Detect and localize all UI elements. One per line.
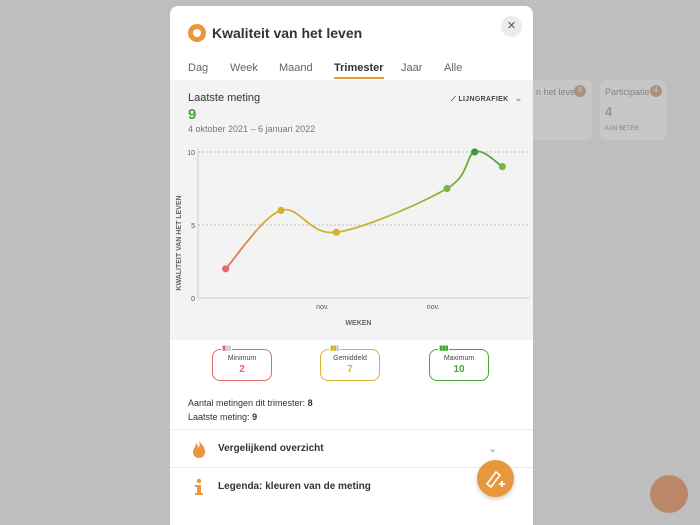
stat-minimum-label: Minimum	[227, 355, 257, 362]
stat-maximum-label: Maximum	[443, 355, 475, 362]
x-axis-label: WEKEN	[345, 320, 371, 327]
x-tick-label: nov.	[316, 304, 329, 311]
tab-alle[interactable]: Alle	[444, 62, 462, 74]
close-button[interactable]: ×	[501, 16, 522, 37]
y-tick-label: 10	[187, 150, 195, 157]
tab-dag[interactable]: Dag	[188, 62, 208, 74]
stat-average-label: Gemiddeld	[333, 355, 367, 362]
data-point	[443, 184, 451, 193]
measurement-count: Aantal metingen dit trimester: 8	[188, 398, 313, 408]
tab-jaar[interactable]: Jaar	[401, 62, 422, 74]
add-measurement-button[interactable]	[477, 460, 514, 497]
modal-title: Kwaliteit van het leven	[212, 25, 363, 41]
modal-header: Kwaliteit van het leven ×	[170, 6, 533, 58]
stat-minimum-value: 2	[239, 364, 245, 375]
last-measurement-value: 9	[252, 412, 258, 422]
tab-trimester[interactable]: Trimester	[334, 62, 384, 79]
tab-week[interactable]: Week	[230, 62, 258, 74]
comparison-overview-label: Vergelijkend overzicht	[218, 443, 324, 454]
legend-label: Legenda: kleuren van de meting	[218, 481, 371, 492]
y-axis-label: KWALITEIT VAN HET LEVEN	[176, 195, 183, 290]
series-line	[225, 150, 503, 270]
data-point	[277, 206, 285, 214]
stat-minimum: ▮▮▮ Minimum 2	[212, 344, 272, 381]
stat-maximum: ▮▮▮ Maximum 10	[429, 344, 489, 381]
stat-maximum-value: 10	[453, 364, 465, 375]
data-point	[222, 265, 230, 273]
quality-of-life-modal: Kwaliteit van het leven × Dag Week Maand…	[170, 6, 533, 525]
chart-panel: Laatste meting 9 4 oktober 2021 – 6 janu…	[170, 80, 533, 340]
last-measurement: Laatste meting: 9	[188, 412, 257, 422]
info-icon	[195, 478, 203, 495]
close-icon: ×	[507, 17, 516, 34]
bg-fab-button	[650, 475, 688, 513]
add-measurement-icon	[485, 470, 505, 489]
line-chart: 0510nov.nov.dec.WEKENKWALITEIT VAN HET L…	[176, 148, 530, 327]
level-low-icon: ▮▮▮	[221, 344, 232, 352]
chevron-down-icon: ⌄	[488, 443, 498, 455]
x-tick-label: nov.	[427, 304, 440, 311]
tab-maand[interactable]: Maand	[279, 62, 313, 74]
period-tabs: Dag Week Maand Trimester Jaar Alle	[170, 58, 533, 80]
stats-panel: ▮▮▮ Minimum 2 ▮▮▮ Gemiddeld 7 ▮▮▮ Maximu…	[170, 340, 533, 430]
app-logo-icon	[188, 24, 206, 42]
data-point	[332, 228, 340, 236]
y-tick-label: 0	[191, 296, 195, 303]
measurement-count-label: Aantal metingen dit trimester:	[188, 398, 306, 408]
last-measurement-label: Laatste meting:	[188, 412, 250, 422]
level-mid-icon: ▮▮▮	[329, 344, 340, 352]
y-tick-label: 5	[191, 223, 195, 230]
measurement-count-value: 8	[307, 398, 313, 408]
level-high-icon: ▮▮▮	[438, 344, 449, 352]
data-point	[471, 148, 479, 156]
flame-icon	[193, 440, 206, 458]
stat-average-value: 7	[347, 364, 353, 375]
stat-average: ▮▮▮ Gemiddeld 7	[320, 344, 380, 381]
data-point	[498, 163, 506, 171]
